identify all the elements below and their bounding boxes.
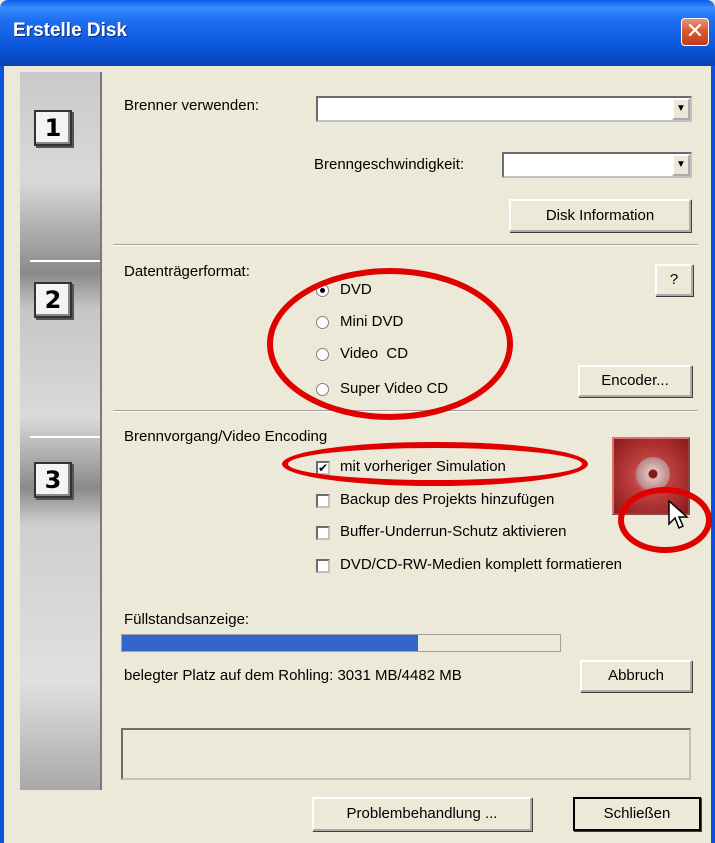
fill-level-bar (121, 634, 561, 652)
checkbox-backup[interactable] (316, 494, 330, 508)
step-divider (30, 260, 100, 262)
title-bar: Erstelle Disk ✕ (0, 0, 715, 66)
step-divider (30, 436, 100, 438)
speed-select[interactable]: ▼ (502, 152, 692, 178)
checkbox-backup-label: Backup des Projekts hinzufügen (340, 491, 555, 508)
speed-label: Brenngeschwindigkeit: (314, 156, 465, 173)
section-separator (113, 244, 698, 246)
status-box (121, 728, 691, 780)
help-button[interactable]: ? (655, 264, 693, 296)
annotation-oval-simulation (282, 442, 588, 486)
window-frame-left (0, 66, 4, 843)
step-3-badge: 3 (34, 462, 72, 498)
window-title: Erstelle Disk (13, 20, 128, 41)
burner-label: Brenner verwenden: (124, 97, 260, 114)
fill-level-bar-fill (122, 635, 419, 651)
checkbox-format-rw[interactable] (316, 559, 330, 573)
troubleshooting-button[interactable]: Problembehandlung ... (312, 797, 532, 831)
annotation-oval-burn (618, 487, 712, 553)
window-frame-right (711, 66, 715, 843)
disk-information-button[interactable]: Disk Information (509, 199, 691, 232)
close-window-button[interactable]: ✕ (681, 18, 709, 46)
mouse-cursor-icon (668, 500, 689, 530)
checkbox-buffer-underrun-label: Buffer-Underrun-Schutz aktivieren (340, 523, 567, 540)
checkbox-format-rw-label: DVD/CD-RW-Medien komplett formatieren (340, 556, 623, 573)
encoder-button[interactable]: Encoder... (578, 365, 692, 397)
burn-disc-icon (636, 457, 670, 491)
chevron-down-icon[interactable]: ▼ (672, 98, 690, 120)
burn-process-label: Brennvorgang/Video Encoding (124, 428, 328, 445)
fill-level-label: Füllstandsanzeige: (124, 611, 250, 628)
close-button[interactable]: Schließen (573, 797, 701, 831)
burner-select[interactable]: ▼ (316, 96, 692, 122)
step-sidebar (20, 72, 102, 790)
format-label: Datenträgerformat: (124, 263, 250, 280)
used-space-text: belegter Platz auf dem Rohling: 3031 MB/… (124, 667, 462, 684)
chevron-down-icon[interactable]: ▼ (672, 154, 690, 176)
checkbox-buffer-underrun[interactable] (316, 526, 330, 540)
annotation-oval-formats (267, 268, 513, 420)
close-icon: ✕ (685, 18, 705, 43)
step-2-badge: 2 (34, 282, 72, 318)
step-1-badge: 1 (34, 110, 72, 146)
abort-button[interactable]: Abbruch (580, 660, 692, 692)
